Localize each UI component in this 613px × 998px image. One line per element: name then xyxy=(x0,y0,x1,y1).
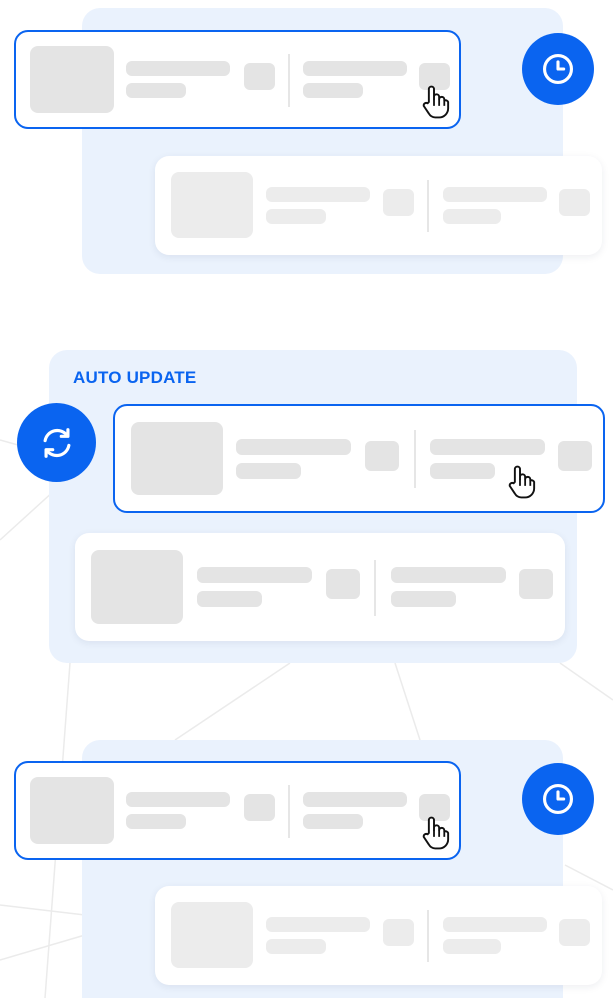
card-text-line xyxy=(266,209,326,224)
card-divider xyxy=(374,560,376,616)
schedule-card-3-highlighted[interactable] xyxy=(14,761,461,860)
refresh-icon xyxy=(43,427,70,458)
card-thumbnail xyxy=(171,172,253,238)
card-badge xyxy=(519,569,553,599)
schedule-card-1-highlighted[interactable] xyxy=(14,30,461,129)
card-badge xyxy=(383,919,414,946)
clock-button-1[interactable] xyxy=(522,33,594,105)
hand-pointer-icon xyxy=(508,465,536,499)
card-text-line xyxy=(443,939,501,954)
card-text-line xyxy=(197,591,262,607)
card-text-line xyxy=(236,463,301,479)
card-text-line xyxy=(266,939,326,954)
card-text-line xyxy=(266,917,370,932)
card-badge xyxy=(383,189,414,216)
card-text-line xyxy=(430,439,545,455)
card-divider xyxy=(288,54,290,107)
card-thumbnail xyxy=(91,550,183,624)
card-text-line xyxy=(126,814,186,829)
card-text-line xyxy=(443,917,547,932)
hand-pointer-icon xyxy=(422,816,450,850)
card-text-line xyxy=(126,792,230,807)
card-text-line xyxy=(443,209,501,224)
card-text-line xyxy=(391,567,506,583)
card-text-line xyxy=(391,591,456,607)
card-divider xyxy=(414,430,416,488)
card-text-line xyxy=(266,187,370,202)
card-badge xyxy=(559,919,590,946)
card-text-line xyxy=(303,83,363,98)
card-thumbnail xyxy=(30,777,114,844)
refresh-button[interactable] xyxy=(17,403,96,482)
auto-update-card-highlighted[interactable] xyxy=(113,404,605,513)
panel-title: AUTO UPDATE xyxy=(73,368,197,387)
card-badge xyxy=(244,63,275,90)
card-text-line xyxy=(126,83,186,98)
card-badge xyxy=(326,569,360,599)
card-text-line xyxy=(303,61,407,76)
card-badge xyxy=(558,441,592,471)
card-thumbnail xyxy=(131,422,223,495)
card-text-line xyxy=(197,567,312,583)
card-text-line xyxy=(236,439,351,455)
card-thumbnail xyxy=(171,902,253,968)
card-text-line xyxy=(443,187,547,202)
card-divider xyxy=(288,785,290,838)
card-divider xyxy=(427,180,429,232)
schedule-card-4[interactable] xyxy=(155,886,602,985)
card-badge xyxy=(244,794,275,821)
card-badge xyxy=(365,441,399,471)
card-divider xyxy=(427,910,429,962)
hand-pointer-icon xyxy=(422,85,450,119)
clock-icon xyxy=(542,783,574,815)
card-text-line xyxy=(303,792,407,807)
card-text-line xyxy=(303,814,363,829)
auto-update-card-2[interactable] xyxy=(75,533,565,641)
card-text-line xyxy=(126,61,230,76)
card-thumbnail xyxy=(30,46,114,113)
schedule-card-2[interactable] xyxy=(155,156,602,255)
card-badge xyxy=(559,189,590,216)
clock-icon xyxy=(542,53,574,85)
clock-button-2[interactable] xyxy=(522,763,594,835)
card-text-line xyxy=(430,463,495,479)
